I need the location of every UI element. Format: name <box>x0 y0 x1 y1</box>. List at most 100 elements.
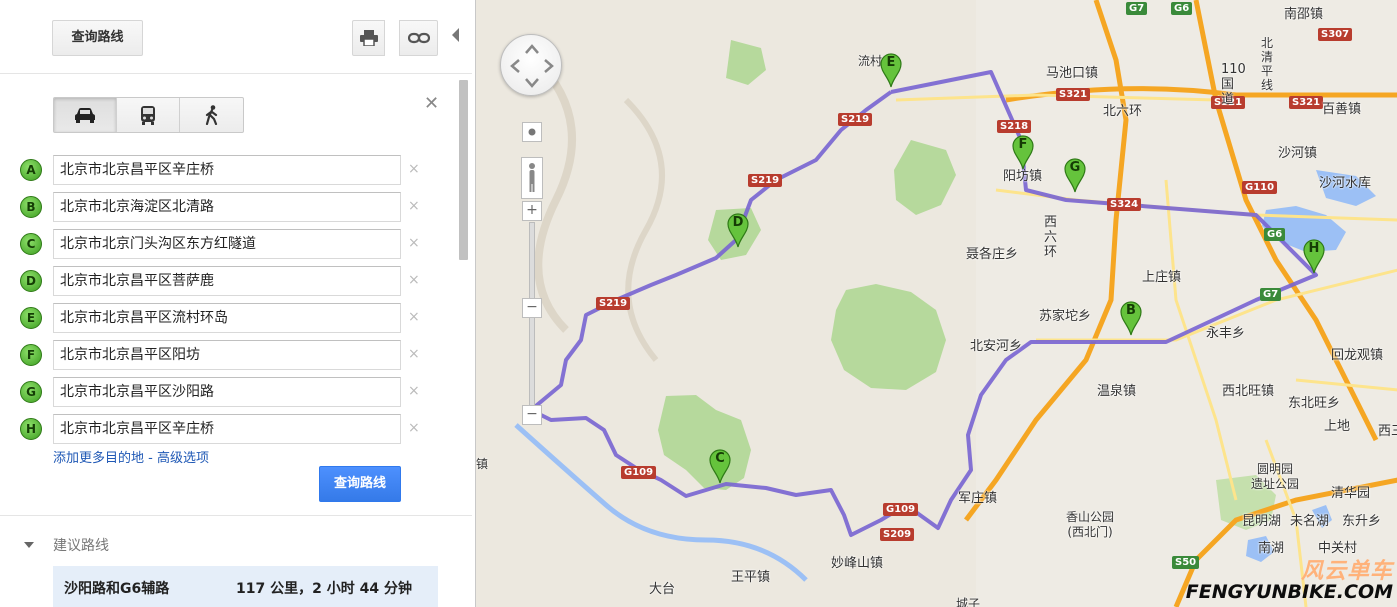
waypoint-marker-e[interactable]: E <box>20 307 42 329</box>
waypoint-row: D 北京市北京昌平区菩萨鹿 × <box>18 266 428 296</box>
road-shield: S218 <box>997 120 1032 133</box>
print-button[interactable] <box>352 20 385 56</box>
zoom-out-button[interactable]: − <box>522 405 542 425</box>
link-separator: - <box>144 451 157 466</box>
waypoint-input-g[interactable]: 北京市北京昌平区沙阳路 <box>53 377 401 407</box>
route-marker-d[interactable]: D <box>726 212 750 248</box>
panel-scrollbar[interactable] <box>459 80 468 260</box>
remove-waypoint-button[interactable]: × <box>408 235 420 251</box>
place-label: 北清平线 <box>1261 36 1274 92</box>
waypoint-marker-h[interactable]: H <box>20 418 42 440</box>
collapse-panel-icon[interactable] <box>452 28 459 42</box>
mode-driving-button[interactable] <box>54 98 117 132</box>
zoom-in-button[interactable]: + <box>522 201 542 221</box>
place-label: 东升乡 <box>1342 514 1382 529</box>
road-shield: S219 <box>596 297 631 310</box>
zoom-slider-track[interactable] <box>529 222 535 414</box>
waypoint-row: A 北京市北京昌平区辛庄桥 × <box>18 155 428 185</box>
waypoint-marker-f[interactable]: F <box>20 344 42 366</box>
directions-panel: 查询路线 ✕ A 北京市北京昌平区辛庄桥 × B 北京市北京海淀区北清路 × C… <box>0 0 472 607</box>
map-canvas[interactable]: G7 G6 S307 S321 S321 S321 S218 S219 S219… <box>475 0 1397 607</box>
place-label: 沙河镇 <box>1278 146 1318 161</box>
car-icon <box>75 108 95 123</box>
waypoint-input-d[interactable]: 北京市北京昌平区菩萨鹿 <box>53 266 401 296</box>
zoom-slider-handle[interactable]: − <box>522 298 542 318</box>
waypoint-input-c[interactable]: 北京市北京门头沟区东方红隧道 <box>53 229 401 259</box>
road-shield: S307 <box>1318 28 1353 41</box>
route-marker-c[interactable]: C <box>708 448 732 484</box>
place-label: 清华园 <box>1331 486 1371 501</box>
watermark-logo: 风云单车 FENGYUNBIKE.COM <box>1186 553 1393 603</box>
waypoint-input-e[interactable]: 北京市北京昌平区流村环岛 <box>53 303 401 333</box>
remove-waypoint-button[interactable]: × <box>408 420 420 436</box>
remove-waypoint-button[interactable]: × <box>408 198 420 214</box>
place-label: 昆明湖 <box>1242 514 1282 529</box>
pan-arrows-icon <box>510 44 554 88</box>
link-icon <box>407 32 430 44</box>
suggested-routes-title: 建议路线 <box>53 538 109 554</box>
expand-triangle-icon[interactable] <box>24 542 34 548</box>
place-label: 北安河乡 <box>970 339 1023 354</box>
waypoint-row: F 北京市北京昌平区阳坊 × <box>18 340 428 370</box>
route-marker-h[interactable]: H <box>1302 238 1326 274</box>
waypoint-input-a[interactable]: 北京市北京昌平区辛庄桥 <box>53 155 401 185</box>
divider <box>0 515 472 516</box>
link-button[interactable] <box>399 20 438 56</box>
google-maps-directions: 查询路线 ✕ A 北京市北京昌平区辛庄桥 × B 北京市北京海淀区北清路 × C… <box>0 0 1397 607</box>
place-label: 温泉镇 <box>1097 384 1137 399</box>
advanced-options-link[interactable]: 高级选项 <box>157 451 209 466</box>
remove-waypoint-button[interactable]: × <box>408 346 420 362</box>
route-marker-f[interactable]: F <box>1011 134 1035 170</box>
mode-walking-button[interactable] <box>180 98 243 132</box>
remove-waypoint-button[interactable]: × <box>408 383 420 399</box>
route-marker-e[interactable]: E <box>879 52 903 88</box>
waypoint-marker-c[interactable]: C <box>20 233 42 255</box>
marker-letter: G <box>1069 160 1081 175</box>
walk-icon <box>205 105 217 125</box>
remove-waypoint-button[interactable]: × <box>408 272 420 288</box>
road-shield: S321 <box>1289 96 1324 109</box>
reset-view-button[interactable] <box>522 122 542 142</box>
road-shield: S321 <box>1056 88 1091 101</box>
place-label: 北六环 <box>1103 104 1143 119</box>
waypoint-marker-a[interactable]: A <box>20 159 42 181</box>
place-label: 西北旺镇 <box>1222 384 1275 399</box>
marker-letter: C <box>715 451 725 466</box>
route-option[interactable]: 沙阳路和G6辅路 117 公里，2 小时 44 分钟 <box>53 566 438 607</box>
panel-toolbar: 查询路线 <box>0 0 472 74</box>
street-view-pegman[interactable] <box>521 157 543 199</box>
place-label: 沙河水库 <box>1319 176 1372 191</box>
add-destination-link[interactable]: 添加更多目的地 <box>53 451 144 466</box>
pan-control[interactable] <box>500 34 562 96</box>
close-directions-button[interactable]: ✕ <box>424 93 439 114</box>
waypoint-marker-d[interactable]: D <box>20 270 42 292</box>
place-label: 镇 <box>476 457 489 471</box>
get-directions-button[interactable]: 查询路线 <box>319 466 401 502</box>
waypoint-input-h[interactable]: 北京市北京昌平区辛庄桥 <box>53 414 401 444</box>
place-label: 西六环 <box>1044 215 1058 260</box>
route-name: 沙阳路和G6辅路 <box>64 581 170 597</box>
road-shield: S324 <box>1107 198 1142 211</box>
road-shield: G109 <box>621 466 657 479</box>
marker-letter: F <box>1018 137 1028 152</box>
remove-waypoint-button[interactable]: × <box>408 309 420 325</box>
waypoint-input-b[interactable]: 北京市北京海淀区北清路 <box>53 192 401 222</box>
waypoint-input-f[interactable]: 北京市北京昌平区阳坊 <box>53 340 401 370</box>
waypoint-row: H 北京市北京昌平区辛庄桥 × <box>18 414 428 444</box>
marker-letter: E <box>886 55 896 70</box>
waypoint-marker-g[interactable]: G <box>20 381 42 403</box>
add-destination-links: 添加更多目的地 - 高级选项 <box>53 447 209 466</box>
get-directions-top-button[interactable]: 查询路线 <box>52 20 143 56</box>
waypoint-marker-b[interactable]: B <box>20 196 42 218</box>
mode-transit-button[interactable] <box>117 98 180 132</box>
remove-waypoint-button[interactable]: × <box>408 161 420 177</box>
waypoint-row: C 北京市北京门头沟区东方红隧道 × <box>18 229 428 259</box>
place-label: 大台 <box>649 582 676 597</box>
waypoint-row: G 北京市北京昌平区沙阳路 × <box>18 377 428 407</box>
target-icon <box>528 128 536 136</box>
place-label: 苏家坨乡 <box>1039 309 1092 324</box>
place-label: 妙峰山镇 <box>831 556 884 571</box>
route-marker-b[interactable]: B <box>1119 300 1143 336</box>
route-marker-g[interactable]: G <box>1063 157 1087 193</box>
bus-icon <box>141 106 155 125</box>
